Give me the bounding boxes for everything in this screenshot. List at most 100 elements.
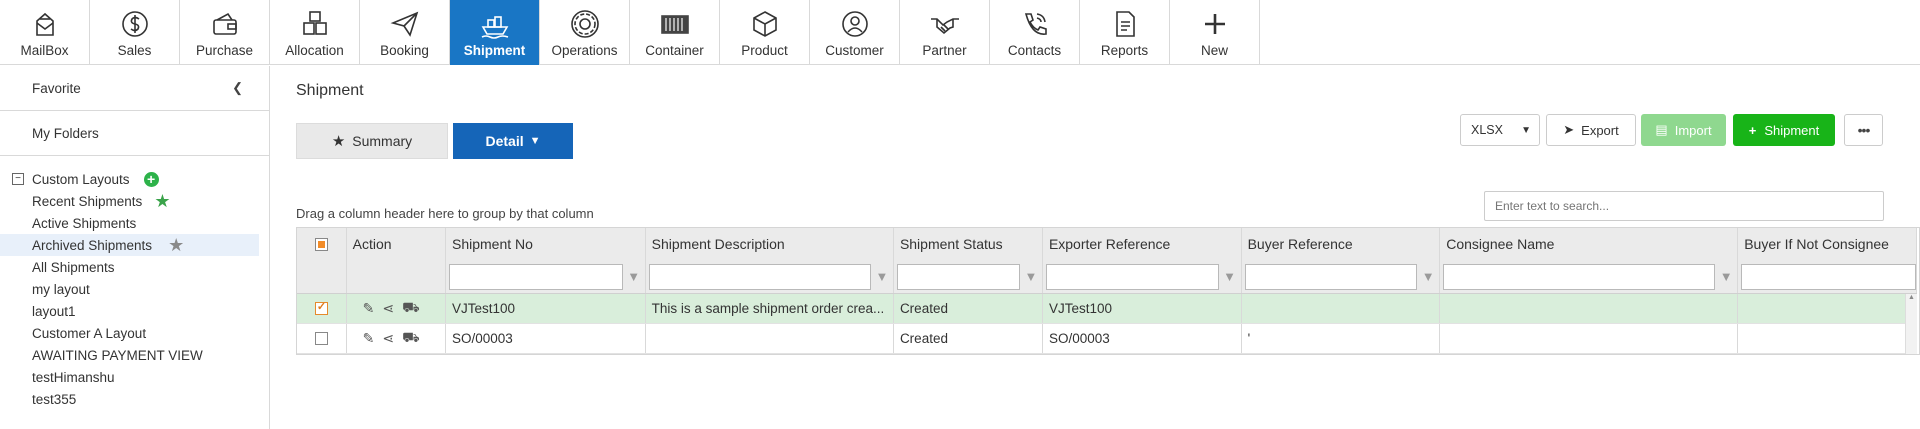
search-input[interactable] bbox=[1484, 191, 1884, 221]
collapse-tree-icon[interactable]: − bbox=[12, 173, 24, 185]
filter-input[interactable] bbox=[449, 263, 623, 290]
star-icon[interactable]: ★ bbox=[168, 236, 184, 254]
buyer-if-not-cell bbox=[1738, 294, 1917, 323]
layout-item-active-shipments[interactable]: Active Shipments bbox=[0, 212, 269, 234]
nav-item-new[interactable]: New bbox=[1170, 0, 1260, 65]
nav-item-purchase[interactable]: Purchase bbox=[180, 0, 270, 65]
layout-item-archived-shipments[interactable]: Archived Shipments ★ bbox=[0, 234, 259, 256]
row-checkbox[interactable] bbox=[314, 332, 328, 345]
layout-item-label: Recent Shipments bbox=[32, 193, 143, 209]
nav-label: Allocation bbox=[285, 43, 344, 58]
column-header[interactable]: Shipment No bbox=[446, 228, 646, 260]
grid-header-row: Action Shipment No Shipment Description … bbox=[297, 228, 1917, 260]
nav-item-sales[interactable]: Sales bbox=[90, 0, 180, 65]
nav-item-contacts[interactable]: Contacts bbox=[990, 0, 1080, 65]
layout-item-customer-a-layout[interactable]: Customer A Layout bbox=[0, 322, 269, 344]
sidebar-favorite[interactable]: Favorite ❮ bbox=[0, 66, 269, 111]
sidebar-my-folders[interactable]: My Folders bbox=[0, 111, 269, 156]
truck-icon[interactable]: ⛟ bbox=[402, 329, 420, 348]
filter-icon[interactable]: ▼ bbox=[1417, 269, 1439, 284]
chevron-down-icon: ▼ bbox=[1521, 124, 1531, 136]
column-header[interactable]: Shipment Status bbox=[894, 228, 1043, 260]
edit-icon[interactable]: ✎ bbox=[363, 330, 375, 347]
table-row[interactable]: ✎ ⋖ ⛟ VJTest100 This is a sample shipmen… bbox=[297, 294, 1917, 324]
filter-input[interactable] bbox=[896, 263, 1020, 290]
layout-item-label: testHimanshu bbox=[32, 369, 115, 385]
nav-item-container[interactable]: Container bbox=[630, 0, 720, 65]
shipment-grid: Action Shipment No Shipment Description … bbox=[296, 227, 1920, 355]
layout-item-label: test355 bbox=[32, 391, 77, 407]
nav-item-allocation[interactable]: Allocation bbox=[270, 0, 360, 65]
ship-icon bbox=[478, 9, 512, 39]
row-checkbox[interactable] bbox=[314, 300, 328, 315]
wallet-icon bbox=[208, 9, 242, 39]
import-button[interactable]: ▤ Import bbox=[1641, 114, 1726, 146]
status-cell: Created bbox=[894, 294, 1043, 323]
export-button[interactable]: ➤ Export bbox=[1546, 114, 1636, 146]
nav-item-customer[interactable]: Customer bbox=[810, 0, 900, 65]
column-header[interactable]: Buyer If Not Consignee bbox=[1738, 228, 1917, 260]
layout-item-testhimanshu[interactable]: testHimanshu bbox=[0, 366, 269, 388]
nav-item-booking[interactable]: Booking bbox=[360, 0, 450, 65]
boxes-icon bbox=[298, 9, 332, 39]
filter-icon[interactable]: ▼ bbox=[623, 269, 645, 284]
share-icon[interactable]: ⋖ bbox=[382, 330, 394, 347]
page-title: Shipment bbox=[296, 82, 364, 99]
filter-cell: ▼ bbox=[646, 260, 894, 293]
export-format-select[interactable]: XLSX ▼ bbox=[1460, 114, 1540, 146]
edit-icon[interactable]: ✎ bbox=[363, 300, 375, 317]
nav-label: Purchase bbox=[195, 43, 254, 58]
filter-input[interactable] bbox=[1045, 263, 1219, 290]
column-header[interactable]: Buyer Reference bbox=[1242, 228, 1441, 260]
column-header[interactable]: Exporter Reference bbox=[1043, 228, 1242, 260]
shipment-no-cell: SO/00003 bbox=[446, 324, 646, 353]
select-all-checkbox[interactable] bbox=[314, 237, 328, 251]
filter-cell: ▼ bbox=[446, 260, 646, 293]
grid-scrollbar[interactable] bbox=[1905, 294, 1917, 354]
layout-item-test355[interactable]: test355 bbox=[0, 388, 269, 410]
layout-item-layout1[interactable]: layout1 bbox=[0, 300, 269, 322]
add-layout-icon[interactable]: + bbox=[143, 171, 159, 187]
custom-layouts-tree: − Custom Layouts + Recent Shipments ★ Ac… bbox=[0, 156, 269, 410]
truck-icon[interactable]: ⛟ bbox=[402, 299, 420, 318]
detail-label: Detail bbox=[485, 133, 524, 149]
column-header[interactable]: Consignee Name bbox=[1440, 228, 1739, 260]
nav-label: Contacts bbox=[1007, 43, 1062, 58]
nav-item-shipment[interactable]: Shipment bbox=[450, 0, 540, 65]
column-header[interactable]: Shipment Description bbox=[646, 228, 894, 260]
collapse-sidebar-icon[interactable]: ❮ bbox=[232, 80, 243, 96]
nav-item-product[interactable]: Product bbox=[720, 0, 810, 65]
phone-icon bbox=[1018, 9, 1052, 39]
filter-icon[interactable]: ▼ bbox=[1020, 269, 1042, 284]
nav-item-mailbox[interactable]: MailBox bbox=[0, 0, 90, 65]
layout-item-label: my layout bbox=[32, 281, 90, 297]
filter-input[interactable] bbox=[1244, 263, 1418, 290]
add-shipment-button[interactable]: + Shipment bbox=[1733, 114, 1835, 146]
layout-item-label: All Shipments bbox=[32, 259, 115, 275]
nav-item-operations[interactable]: Operations bbox=[540, 0, 630, 65]
layout-item-all-shipments[interactable]: All Shipments bbox=[0, 256, 269, 278]
nav-label: Operations bbox=[551, 43, 618, 58]
filter-input[interactable] bbox=[1443, 263, 1716, 290]
main-content: Shipment ★ Summary Detail ▼ XLSX ▼ ➤ Exp… bbox=[271, 66, 1920, 429]
detail-tab-button[interactable]: Detail ▼ bbox=[453, 123, 573, 159]
select-all-cell bbox=[297, 228, 347, 260]
layout-item-awaiting-payment-view[interactable]: AWAITING PAYMENT VIEW bbox=[0, 344, 269, 366]
more-options-button[interactable]: ••• bbox=[1844, 114, 1883, 146]
nav-item-reports[interactable]: Reports bbox=[1080, 0, 1170, 65]
filter-input[interactable] bbox=[1741, 263, 1916, 290]
action-cell: ✎ ⋖ ⛟ bbox=[347, 294, 446, 323]
layout-item-recent-shipments[interactable]: Recent Shipments ★ bbox=[0, 190, 269, 212]
nav-item-partner[interactable]: Partner bbox=[900, 0, 990, 65]
filter-icon[interactable]: ▼ bbox=[871, 269, 893, 284]
layout-item-my-layout[interactable]: my layout bbox=[0, 278, 269, 300]
gear-icon bbox=[568, 9, 602, 39]
filter-icon[interactable]: ▼ bbox=[1219, 269, 1241, 284]
summary-tab-button[interactable]: ★ Summary bbox=[296, 123, 448, 159]
star-icon[interactable]: ★ bbox=[154, 192, 170, 210]
column-header[interactable]: Action bbox=[347, 228, 446, 260]
filter-icon[interactable]: ▼ bbox=[1715, 269, 1737, 284]
share-icon[interactable]: ⋖ bbox=[382, 300, 394, 317]
table-row[interactable]: ✎ ⋖ ⛟ SO/00003 Created SO/00003 ' bbox=[297, 324, 1917, 354]
filter-input[interactable] bbox=[648, 263, 871, 290]
